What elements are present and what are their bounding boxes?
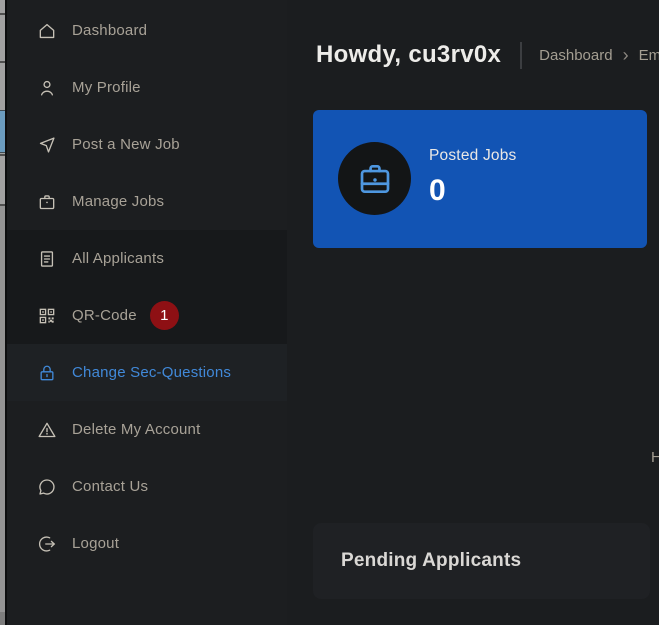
document-icon bbox=[37, 249, 57, 269]
sidebar-item-qr-code[interactable]: QR-Code 1 bbox=[7, 287, 287, 344]
notification-badge: 1 bbox=[150, 301, 179, 330]
sidebar-item-label: Delete My Account bbox=[72, 421, 200, 438]
chat-icon bbox=[37, 477, 57, 497]
pending-applicants-title: Pending Applicants bbox=[341, 550, 521, 572]
stat-icon-circle bbox=[338, 142, 411, 215]
warning-icon bbox=[37, 420, 57, 440]
breadcrumb-root[interactable]: Dashboard bbox=[539, 47, 612, 64]
page-header: Howdy, cu3rv0x Dashboard › Empl bbox=[316, 41, 659, 69]
truncated-text-fragment: H bbox=[651, 449, 659, 466]
sidebar-item-all-applicants[interactable]: All Applicants bbox=[7, 230, 287, 287]
main-content: Howdy, cu3rv0x Dashboard › Empl Posted J… bbox=[287, 0, 659, 625]
sidebar-item-dashboard[interactable]: Dashboard bbox=[7, 2, 287, 59]
user-icon bbox=[37, 78, 57, 98]
sidebar-item-contact-us[interactable]: Contact Us bbox=[7, 458, 287, 515]
lock-icon bbox=[37, 363, 57, 383]
sidebar-item-delete-my-account[interactable]: Delete My Account bbox=[7, 401, 287, 458]
sidebar: Dashboard My Profile Post a New Job Mana… bbox=[5, 0, 287, 625]
send-icon bbox=[37, 135, 57, 155]
sidebar-item-label: Post a New Job bbox=[72, 136, 180, 153]
logout-icon bbox=[37, 534, 57, 554]
stat-value: 0 bbox=[429, 174, 517, 208]
breadcrumb-current: Empl bbox=[639, 47, 659, 64]
qr-code-icon bbox=[37, 306, 57, 326]
sidebar-item-label: Dashboard bbox=[72, 22, 147, 39]
home-icon bbox=[37, 21, 57, 41]
sidebar-item-label: All Applicants bbox=[72, 250, 164, 267]
sidebar-menu: Dashboard My Profile Post a New Job Mana… bbox=[7, 2, 287, 572]
employer-dashboard-page: Dashboard My Profile Post a New Job Mana… bbox=[0, 0, 659, 625]
sidebar-item-logout[interactable]: Logout bbox=[7, 515, 287, 572]
sidebar-item-manage-jobs[interactable]: Manage Jobs bbox=[7, 173, 287, 230]
sidebar-item-label: Logout bbox=[72, 535, 119, 552]
sidebar-item-label: Manage Jobs bbox=[72, 193, 164, 210]
sidebar-item-label: Change Sec-Questions bbox=[72, 364, 231, 381]
sidebar-item-label: QR-Code bbox=[72, 307, 137, 324]
sidebar-item-change-sec-questions[interactable]: Change Sec-Questions bbox=[7, 344, 287, 401]
sidebar-item-my-profile[interactable]: My Profile bbox=[7, 59, 287, 116]
pending-applicants-card: Pending Applicants bbox=[313, 523, 650, 599]
stat-label: Posted Jobs bbox=[429, 147, 517, 165]
posted-jobs-card[interactable]: Posted Jobs 0 bbox=[313, 110, 647, 248]
sidebar-item-label: My Profile bbox=[72, 79, 141, 96]
stat-info: Posted Jobs 0 bbox=[429, 147, 517, 208]
briefcase-icon bbox=[37, 192, 57, 212]
header-divider bbox=[520, 42, 522, 69]
briefcase-icon bbox=[356, 160, 394, 198]
breadcrumb: Dashboard › Empl bbox=[539, 46, 659, 64]
page-title: Howdy, cu3rv0x bbox=[316, 41, 501, 69]
sidebar-item-post-new-job[interactable]: Post a New Job bbox=[7, 116, 287, 173]
sidebar-item-label: Contact Us bbox=[72, 478, 148, 495]
chevron-right-icon: › bbox=[623, 46, 629, 64]
